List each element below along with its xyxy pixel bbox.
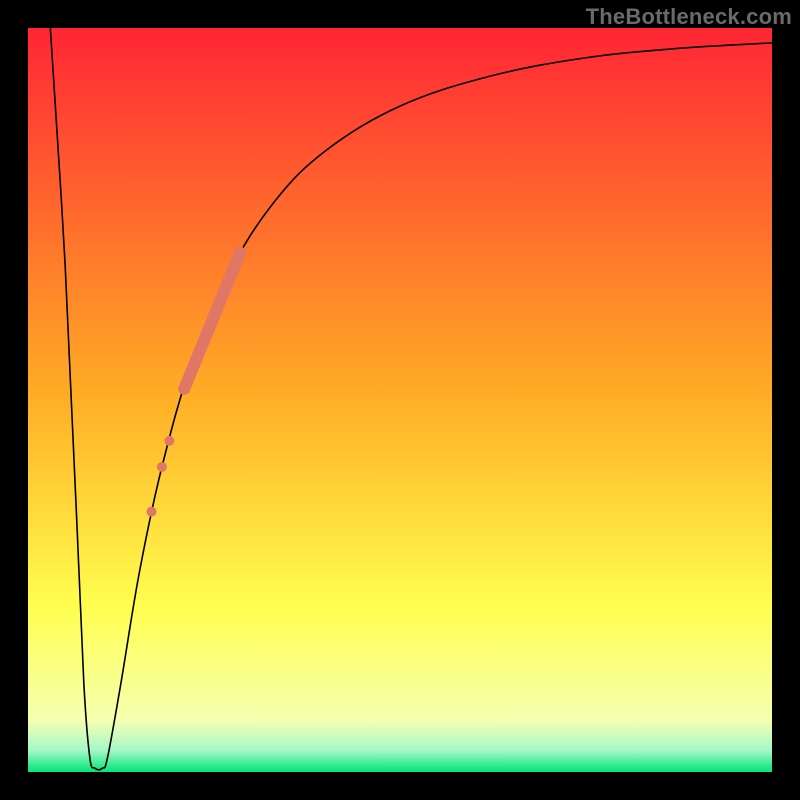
chart-container: TheBottleneck.com	[0, 0, 800, 800]
watermark-text: TheBottleneck.com	[586, 4, 792, 30]
highlight-dot	[147, 507, 157, 517]
highlight-dot	[164, 436, 174, 446]
plot-background	[28, 28, 772, 772]
bottleneck-chart	[0, 0, 800, 800]
highlight-dot	[157, 462, 167, 472]
